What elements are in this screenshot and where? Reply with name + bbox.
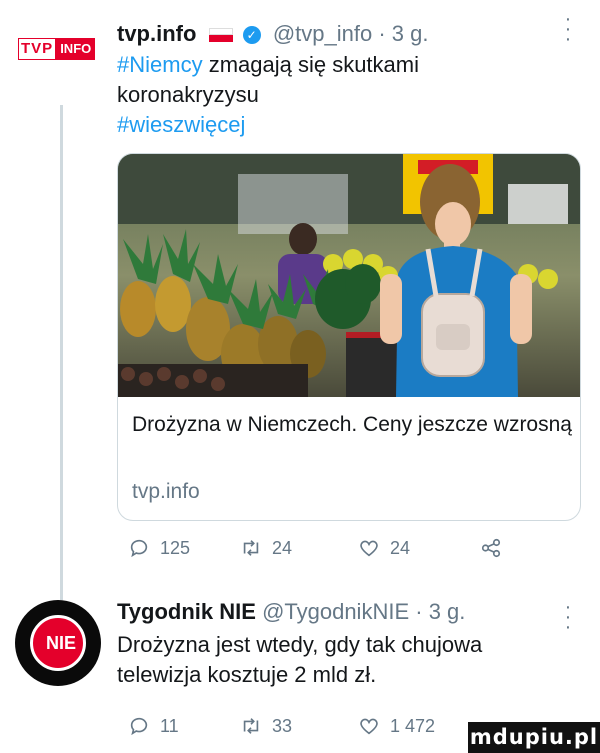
- reply-count: 11: [160, 715, 179, 736]
- card-image: [118, 154, 580, 397]
- tweet-text: Drożyzna jest wtedy, gdy tak chujowa tel…: [117, 632, 483, 687]
- reply-count: 125: [160, 537, 191, 558]
- retweet-count: 33: [272, 715, 293, 736]
- tweet-text: #Niemcy zmagają się skutkami koronakryzy…: [117, 50, 557, 140]
- tweet-header: Tygodnik NIE @TygodnikNIE · 3 g.: [117, 598, 465, 626]
- verified-icon: ✓: [242, 26, 261, 45]
- like-button[interactable]: 1 472: [358, 715, 435, 737]
- card-domain: tvp.info: [132, 480, 200, 503]
- retweet-button[interactable]: 24: [240, 537, 292, 559]
- avatar-text: NIE: [45, 633, 76, 653]
- flag-icon: [208, 28, 233, 43]
- retweet-count: 24: [272, 537, 293, 558]
- avatar[interactable]: NIE: [15, 600, 101, 686]
- avatar[interactable]: TVP INFO: [18, 38, 102, 68]
- reply-icon: [130, 539, 148, 558]
- tweet-time[interactable]: · 3 g.: [378, 21, 428, 46]
- like-icon: [360, 540, 378, 557]
- retweet-icon: [243, 540, 259, 556]
- author-handle[interactable]: @TygodnikNIE: [262, 599, 409, 624]
- watermark: mdupiu.pl: [468, 722, 600, 753]
- author-name[interactable]: tvp.info: [117, 21, 196, 46]
- retweet-icon: [243, 718, 259, 734]
- hashtag-link[interactable]: #wieszwięcej: [117, 112, 245, 137]
- more-icon[interactable]: · · ·: [560, 9, 576, 49]
- card-title: Drożyzna w Niemczech. Ceny jeszcze wzros…: [132, 413, 572, 436]
- like-icon: [360, 718, 378, 735]
- reply-button[interactable]: 11: [128, 715, 179, 737]
- tweet-time[interactable]: · 3 g.: [415, 599, 465, 624]
- avatar-text-tvp: TVP: [18, 38, 57, 60]
- share-button[interactable]: [480, 537, 502, 559]
- tweet-header: tvp.info ✓ @tvp_info · 3 g.: [117, 20, 428, 48]
- like-count: 1 472: [390, 715, 436, 736]
- thread-line: [60, 105, 63, 600]
- avatar-text-info: INFO: [56, 38, 96, 60]
- link-card[interactable]: Drożyzna w Niemczech. Ceny jeszcze wzros…: [117, 153, 581, 521]
- like-button[interactable]: 24: [358, 537, 410, 559]
- hashtag-link[interactable]: #Niemcy: [117, 52, 203, 77]
- reply-button[interactable]: 125: [128, 537, 190, 559]
- share-icon: [481, 538, 501, 558]
- author-name[interactable]: Tygodnik NIE: [117, 599, 256, 624]
- author-handle[interactable]: @tvp_info: [273, 21, 372, 46]
- reply-icon: [130, 717, 148, 736]
- retweet-button[interactable]: 33: [240, 715, 292, 737]
- more-icon[interactable]: · · ·: [560, 597, 576, 637]
- like-count: 24: [390, 537, 411, 558]
